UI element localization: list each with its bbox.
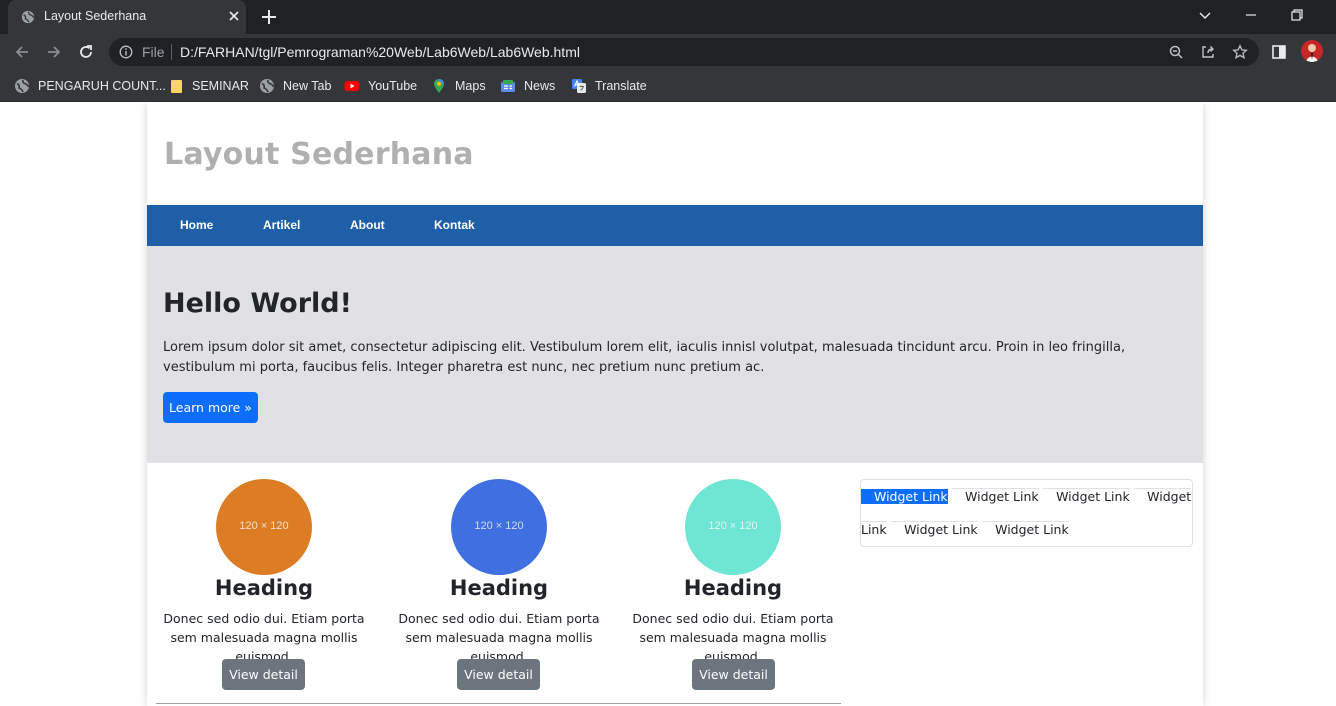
placeholder-image: 120 × 120	[216, 479, 312, 575]
bookmark-item[interactable]: SEMINAR	[168, 77, 249, 95]
browser-toolbar: File D:/FARHAN/tgl/Pemrograman%20Web/Lab…	[0, 34, 1336, 70]
card-heading: Heading	[683, 576, 783, 600]
bookmark-label: Translate	[595, 79, 647, 93]
nav-link-artikel[interactable]: Artikel	[263, 218, 300, 232]
card-text: Donec sed odio dui. Etiam porta sem male…	[163, 611, 365, 664]
bookmark-label: PENGARUH COUNT...	[38, 79, 166, 93]
hero-section: Hello World! Lorem ipsum dolor sit amet,…	[147, 246, 1203, 463]
page-container: Layout Sederhana Home Artikel About Kont…	[147, 103, 1203, 706]
nav-link-home[interactable]: Home	[180, 218, 213, 232]
page-viewport: Layout Sederhana Home Artikel About Kont…	[0, 103, 1336, 706]
bookmark-item[interactable]: New Tab	[259, 77, 331, 95]
bookmarks-bar: PENGARUH COUNT... SEMINAR New Tab YouTub…	[0, 70, 1336, 102]
feature-card: 120 × 120 Heading Donec sed odio dui. Et…	[618, 479, 848, 694]
minimize-icon[interactable]	[1243, 7, 1259, 23]
maps-icon	[434, 79, 444, 93]
bookmark-star-icon[interactable]	[1232, 44, 1248, 60]
view-detail-button[interactable]: View detail	[692, 659, 775, 690]
browser-tab[interactable]: Layout Sederhana	[8, 0, 246, 34]
tab-title: Layout Sederhana	[44, 9, 147, 23]
omnibox-divider	[171, 44, 172, 60]
news-icon	[501, 80, 515, 92]
card-text: Donec sed odio dui. Etiam porta sem male…	[398, 611, 600, 664]
bookmark-item[interactable]: YouTube	[344, 77, 417, 95]
reload-icon[interactable]	[77, 43, 95, 61]
feature-card: 120 × 120 Heading Donec sed odio dui. Et…	[149, 479, 379, 694]
hero-title: Hello World!	[163, 288, 352, 319]
nav-link-kontak[interactable]: Kontak	[434, 218, 475, 232]
browser-tab-strip: Layout Sederhana	[0, 0, 1336, 34]
youtube-icon	[344, 81, 360, 91]
avatar-icon	[1305, 44, 1319, 62]
scheme-label: File	[142, 44, 165, 60]
view-detail-button[interactable]: View detail	[222, 659, 305, 690]
site-title: Layout Sederhana	[164, 137, 474, 172]
site-header: Layout Sederhana	[147, 103, 1203, 205]
bookmark-label: Maps	[455, 79, 486, 93]
address-bar[interactable]: File D:/FARHAN/tgl/Pemrograman%20Web/Lab…	[109, 38, 1259, 66]
image-size-label: 120 × 120	[708, 520, 758, 532]
restore-icon[interactable]	[1289, 7, 1305, 23]
bookmark-item[interactable]: News	[500, 77, 555, 95]
zoom-icon[interactable]	[1168, 44, 1184, 60]
bookmark-label: SEMINAR	[192, 79, 249, 93]
chevron-down-icon[interactable]	[1197, 7, 1213, 23]
placeholder-image: 120 × 120	[451, 479, 547, 575]
bookmark-item[interactable]: Maps	[431, 77, 486, 95]
bookmark-item[interactable]: PENGARUH COUNT...	[14, 77, 166, 95]
widget-link-list: Widget Link Widget Link Widget Link Widg…	[860, 479, 1193, 547]
view-detail-button[interactable]: View detail	[457, 659, 540, 690]
widget-link[interactable]: Widget Link	[861, 489, 948, 504]
card-text: Donec sed odio dui. Etiam porta sem male…	[632, 611, 834, 664]
bookmark-label: News	[524, 79, 556, 93]
folder-icon	[171, 80, 182, 93]
globe-icon	[15, 79, 30, 93]
feature-card: 120 × 120 Heading Donec sed odio dui. Et…	[384, 479, 614, 694]
side-panel-icon[interactable]	[1270, 43, 1288, 61]
translate-icon	[572, 79, 586, 93]
bookmark-item[interactable]: Translate	[571, 77, 647, 95]
back-icon[interactable]	[13, 43, 31, 61]
placeholder-image: 120 × 120	[685, 479, 781, 575]
globe-icon	[21, 10, 35, 24]
url-text[interactable]: D:/FARHAN/tgl/Pemrograman%20Web/Lab6Web/…	[180, 44, 580, 60]
forward-icon[interactable]	[45, 43, 63, 61]
info-icon[interactable]	[119, 45, 133, 59]
bookmark-label: New Tab	[283, 79, 332, 93]
image-size-label: 120 × 120	[239, 520, 289, 532]
widget-link[interactable]: Widget Link	[982, 521, 1069, 537]
close-icon[interactable]	[226, 8, 242, 24]
widget-link[interactable]: Widget Link	[952, 488, 1039, 504]
nav-link-about[interactable]: About	[350, 218, 385, 232]
new-tab-icon[interactable]	[259, 7, 279, 27]
main-navbar: Home Artikel About Kontak	[147, 205, 1203, 246]
widget-link[interactable]: Widget Link	[891, 521, 978, 537]
globe-icon	[260, 79, 275, 93]
profile-avatar[interactable]	[1301, 40, 1323, 62]
widget-link[interactable]: Widget Link	[1043, 488, 1130, 504]
section-divider	[156, 703, 841, 704]
share-icon[interactable]	[1200, 44, 1216, 60]
card-heading: Heading	[214, 576, 314, 600]
hero-text: Lorem ipsum dolor sit amet, consectetur …	[163, 340, 1126, 375]
learn-more-button[interactable]: Learn more »	[163, 392, 258, 423]
image-size-label: 120 × 120	[474, 520, 524, 532]
bookmark-label: YouTube	[368, 79, 418, 93]
card-heading: Heading	[449, 576, 549, 600]
